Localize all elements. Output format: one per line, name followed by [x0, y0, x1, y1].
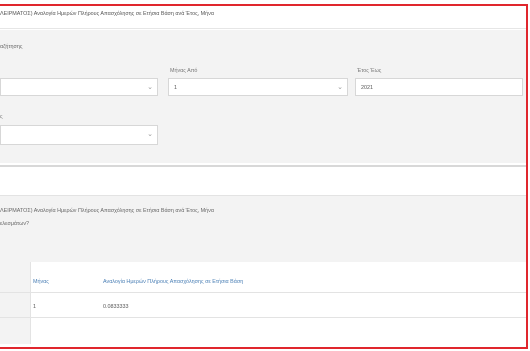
year-to-label: Έτος Έως	[357, 68, 382, 74]
column-header-month[interactable]: Μήνας	[33, 279, 49, 285]
page-title: ΛΕΙΡΜΑΤΟΣ) Αναλογία Ημερών Πλήρους Απασχ…	[0, 11, 214, 17]
filter-select-2[interactable]: ⌄	[0, 125, 158, 145]
table-row: 1 0.0833333	[0, 293, 526, 318]
results-title: ΛΕΙΡΜΑΤΟΣ) Αναλογία Ημερών Πλήρους Απασχ…	[0, 208, 214, 214]
results-header-panel: ΛΕΙΡΜΑΤΟΣ) Αναλογία Ημερών Πλήρους Απασχ…	[0, 196, 526, 262]
year-to-input[interactable]: 2021	[355, 78, 523, 96]
table-header: Μήνας Αναλογία Ημερών Πλήρους Απασχόληση…	[0, 262, 526, 293]
filter-select-1[interactable]: ⌄	[0, 78, 158, 96]
month-from-label: Μήνας Από	[170, 68, 198, 74]
chevron-down-icon: ⌄	[147, 84, 153, 91]
chevron-down-icon: ⌄	[147, 131, 153, 138]
column-header-ratio[interactable]: Αναλογία Ημερών Πλήρους Απασχόλησης σε Ε…	[103, 279, 243, 285]
month-from-select[interactable]: 1 ⌄	[168, 78, 348, 96]
chevron-down-icon: ⌄	[337, 84, 343, 91]
filter-section-label: αζήτησης	[0, 44, 23, 50]
search-filter-panel: αζήτησης ⌄ Μήνας Από 1 ⌄ Έτος Έως 2021 ς…	[0, 30, 526, 163]
row-index-column	[0, 262, 31, 292]
row-index-cell	[0, 318, 31, 344]
table-row-empty	[0, 318, 526, 344]
cell-month: 1	[33, 304, 36, 310]
results-subtitle: ελεσμάτων?	[0, 221, 30, 227]
cell-ratio: 0.0833333	[103, 304, 129, 310]
action-bar	[0, 167, 526, 196]
report-title-bar: ΛΕΙΡΜΑΤΟΣ) Αναλογία Ημερών Πλήρους Απασχ…	[0, 6, 526, 29]
filter-row2-label: ς	[0, 114, 3, 120]
row-index-cell	[0, 293, 31, 317]
